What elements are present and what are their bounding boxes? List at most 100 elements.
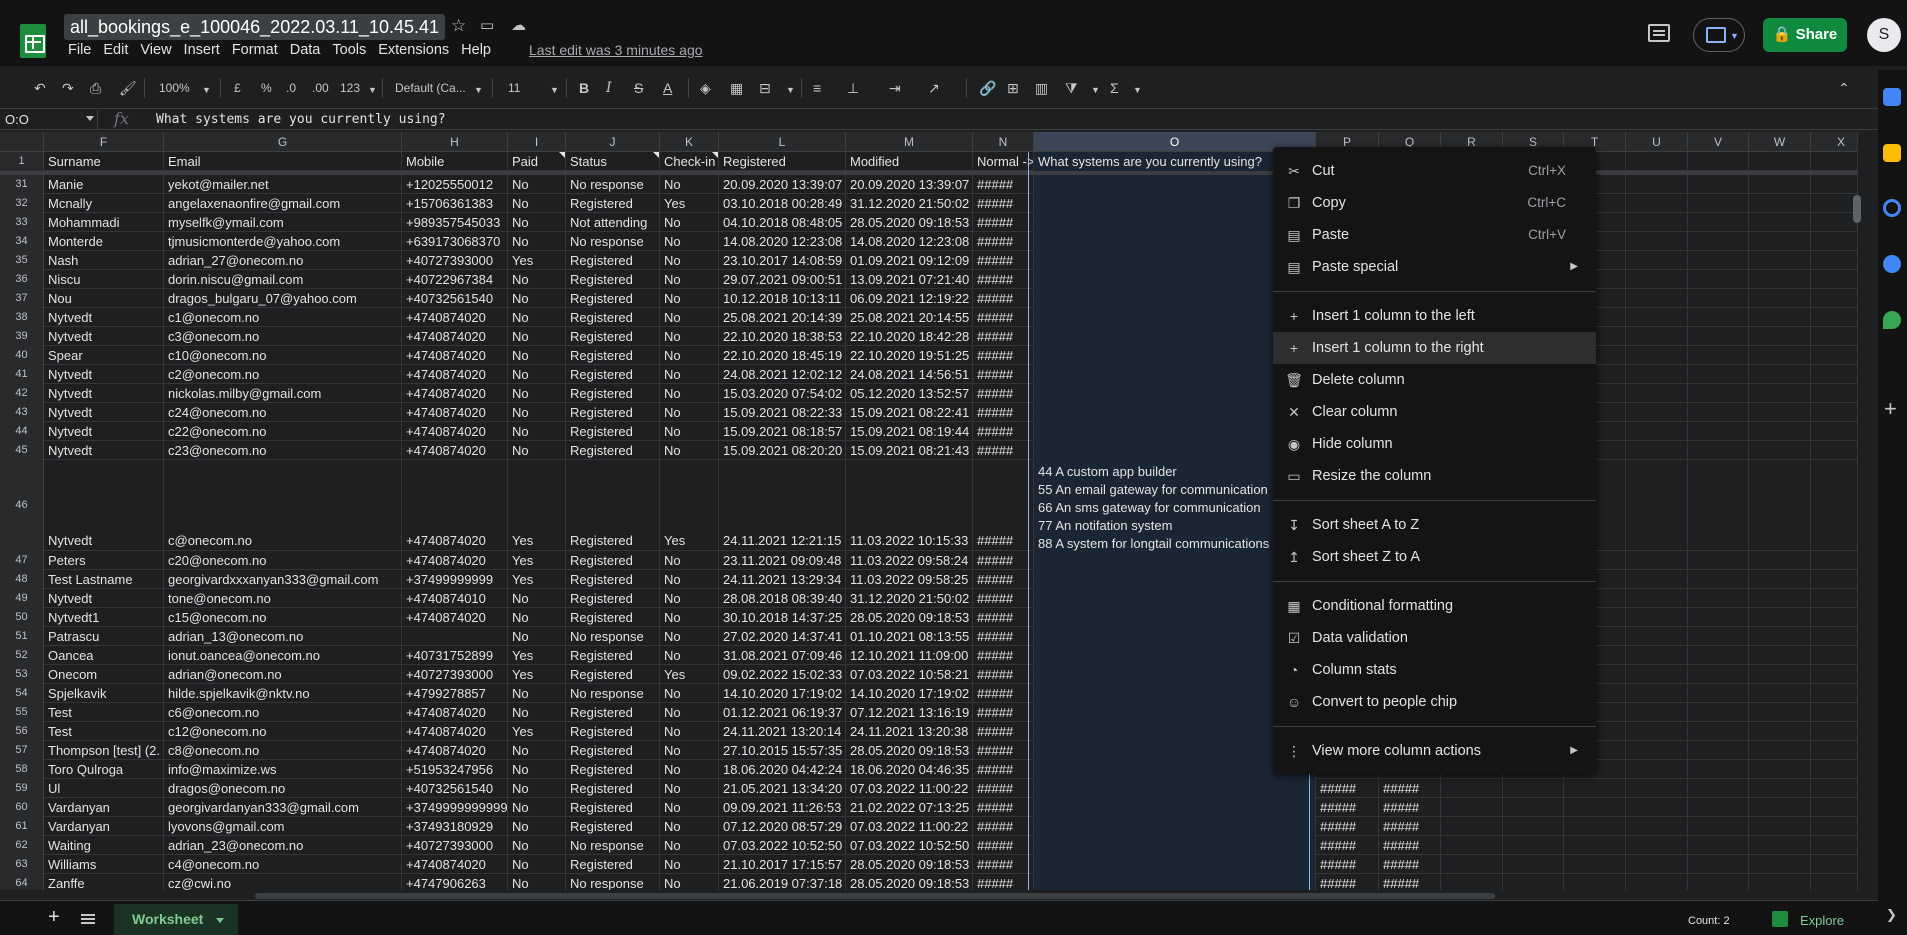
cell[interactable]: 23.10.2017 14:08:59: [719, 251, 846, 270]
cell[interactable]: Registered: [566, 760, 660, 779]
cell[interactable]: Registered: [566, 779, 660, 798]
menu-data[interactable]: Data: [290, 42, 321, 62]
row-number[interactable]: 35: [0, 251, 44, 270]
column-header-g[interactable]: G: [164, 132, 402, 152]
cell[interactable]: 07.03.2022 10:52:50: [719, 836, 846, 855]
cell[interactable]: No response: [566, 232, 660, 251]
cell[interactable]: Registered: [566, 346, 660, 365]
horizontal-align-icon[interactable]: ≡: [813, 80, 821, 96]
cell[interactable]: #####: [973, 836, 1034, 855]
cell[interactable]: [1811, 684, 1857, 703]
cell[interactable]: nickolas.milby@gmail.com: [164, 384, 402, 403]
cell[interactable]: [402, 627, 508, 646]
cell[interactable]: +4740874020: [402, 327, 508, 346]
row-number[interactable]: 56: [0, 722, 44, 741]
cell[interactable]: [1811, 346, 1857, 365]
cell[interactable]: +4740874020: [402, 441, 508, 460]
cell[interactable]: No: [508, 627, 566, 646]
cell[interactable]: Vardanyan: [44, 798, 164, 817]
cell[interactable]: [1564, 855, 1626, 874]
row-number[interactable]: 41: [0, 365, 44, 384]
table-row[interactable]: 61 Vardanyan lyovons@gmail.com +37493180929…: [0, 817, 1857, 836]
cell[interactable]: [1564, 874, 1626, 890]
cell[interactable]: [1564, 836, 1626, 855]
cell[interactable]: 23.11.2021 09:09:48: [719, 551, 846, 570]
cell[interactable]: 22.10.2020 18:38:53: [719, 327, 846, 346]
cell[interactable]: [1811, 365, 1857, 384]
cell[interactable]: +37499999999999: [402, 798, 508, 817]
cell[interactable]: Registered: [566, 460, 660, 551]
menu-item-sort-za[interactable]: ↥ Sort sheet Z to A: [1273, 541, 1596, 573]
zoom-select[interactable]: 100%: [159, 80, 190, 96]
cell[interactable]: [1626, 251, 1688, 270]
cell[interactable]: 15.09.2021 08:22:41: [846, 403, 973, 422]
font-select[interactable]: Default (Ca...: [395, 80, 466, 96]
cell[interactable]: Nytvedt: [44, 589, 164, 608]
cell[interactable]: [1441, 874, 1503, 890]
cell[interactable]: Registered: [566, 646, 660, 665]
menu-item-hide-column[interactable]: ◉ Hide column: [1273, 428, 1596, 460]
menu-item-insert-left[interactable]: + Insert 1 column to the left: [1273, 300, 1596, 332]
cell[interactable]: No: [660, 608, 719, 627]
cell[interactable]: #####: [973, 703, 1034, 722]
cell[interactable]: No: [508, 175, 566, 194]
cell[interactable]: [1503, 874, 1564, 890]
cell[interactable]: georgivardanyan333@gmail.com: [164, 798, 402, 817]
column-header-x[interactable]: X: [1811, 132, 1857, 152]
cell[interactable]: No response: [566, 627, 660, 646]
add-sheet-icon[interactable]: +: [48, 906, 60, 928]
cell[interactable]: angelaxenaonfire@gmail.com: [164, 194, 402, 213]
cell[interactable]: #####: [973, 422, 1034, 441]
insert-link-icon[interactable]: 🔗: [979, 80, 996, 96]
column-header-h[interactable]: H: [402, 132, 508, 152]
cell[interactable]: c6@onecom.no: [164, 703, 402, 722]
cell[interactable]: 30.10.2018 14:37:25: [719, 608, 846, 627]
cell[interactable]: +4740874020: [402, 346, 508, 365]
cell[interactable]: Registered: [566, 422, 660, 441]
cell[interactable]: [1811, 270, 1857, 289]
cell[interactable]: #####: [973, 855, 1034, 874]
cell[interactable]: Registered: [566, 365, 660, 384]
cell[interactable]: #####: [973, 684, 1034, 703]
insert-comment-icon[interactable]: ⊞: [1007, 80, 1019, 96]
cell[interactable]: adrian@onecom.no: [164, 665, 402, 684]
cell[interactable]: No: [508, 194, 566, 213]
cell[interactable]: #####: [973, 551, 1034, 570]
cell[interactable]: #####: [973, 627, 1034, 646]
cell[interactable]: [1688, 346, 1749, 365]
cell[interactable]: Registered: [566, 270, 660, 289]
cell[interactable]: [1749, 422, 1811, 441]
cell[interactable]: No: [508, 779, 566, 798]
sheets-logo-icon[interactable]: [20, 24, 46, 58]
cell[interactable]: 11.03.2022 10:15:33: [846, 460, 973, 551]
cell[interactable]: [1749, 384, 1811, 403]
row-number[interactable]: 61: [0, 817, 44, 836]
cell[interactable]: +40727393000: [402, 251, 508, 270]
cell[interactable]: 04.10.2018 08:48:05: [719, 213, 846, 232]
cell[interactable]: Mohammadi: [44, 213, 164, 232]
cell[interactable]: No: [660, 855, 719, 874]
star-icon[interactable]: ☆: [451, 16, 466, 36]
cell[interactable]: 12.10.2021 11:09:00: [846, 646, 973, 665]
cell[interactable]: 20.09.2020 13:39:07: [846, 175, 973, 194]
cell[interactable]: [1626, 798, 1688, 817]
row-number[interactable]: 60: [0, 798, 44, 817]
cell[interactable]: [1749, 251, 1811, 270]
cell[interactable]: Nytvedt1: [44, 608, 164, 627]
insert-chart-icon[interactable]: ▥: [1035, 80, 1048, 96]
cell[interactable]: [1749, 874, 1811, 890]
cell[interactable]: [1626, 346, 1688, 365]
cell[interactable]: [1626, 855, 1688, 874]
row-number[interactable]: 51: [0, 627, 44, 646]
cell[interactable]: +4740874020: [402, 365, 508, 384]
cell[interactable]: 18.06.2020 04:46:35: [846, 760, 973, 779]
menu-insert[interactable]: Insert: [184, 42, 220, 62]
cell[interactable]: Yes: [660, 194, 719, 213]
cell[interactable]: [1626, 213, 1688, 232]
cell[interactable]: 07.03.2022 10:52:50: [846, 836, 973, 855]
cell[interactable]: 09.02.2022 15:02:33: [719, 665, 846, 684]
cell[interactable]: [1749, 684, 1811, 703]
cell[interactable]: Thompson [test] (2.: [44, 741, 164, 760]
cell[interactable]: [1626, 627, 1688, 646]
row-number[interactable]: 52: [0, 646, 44, 665]
